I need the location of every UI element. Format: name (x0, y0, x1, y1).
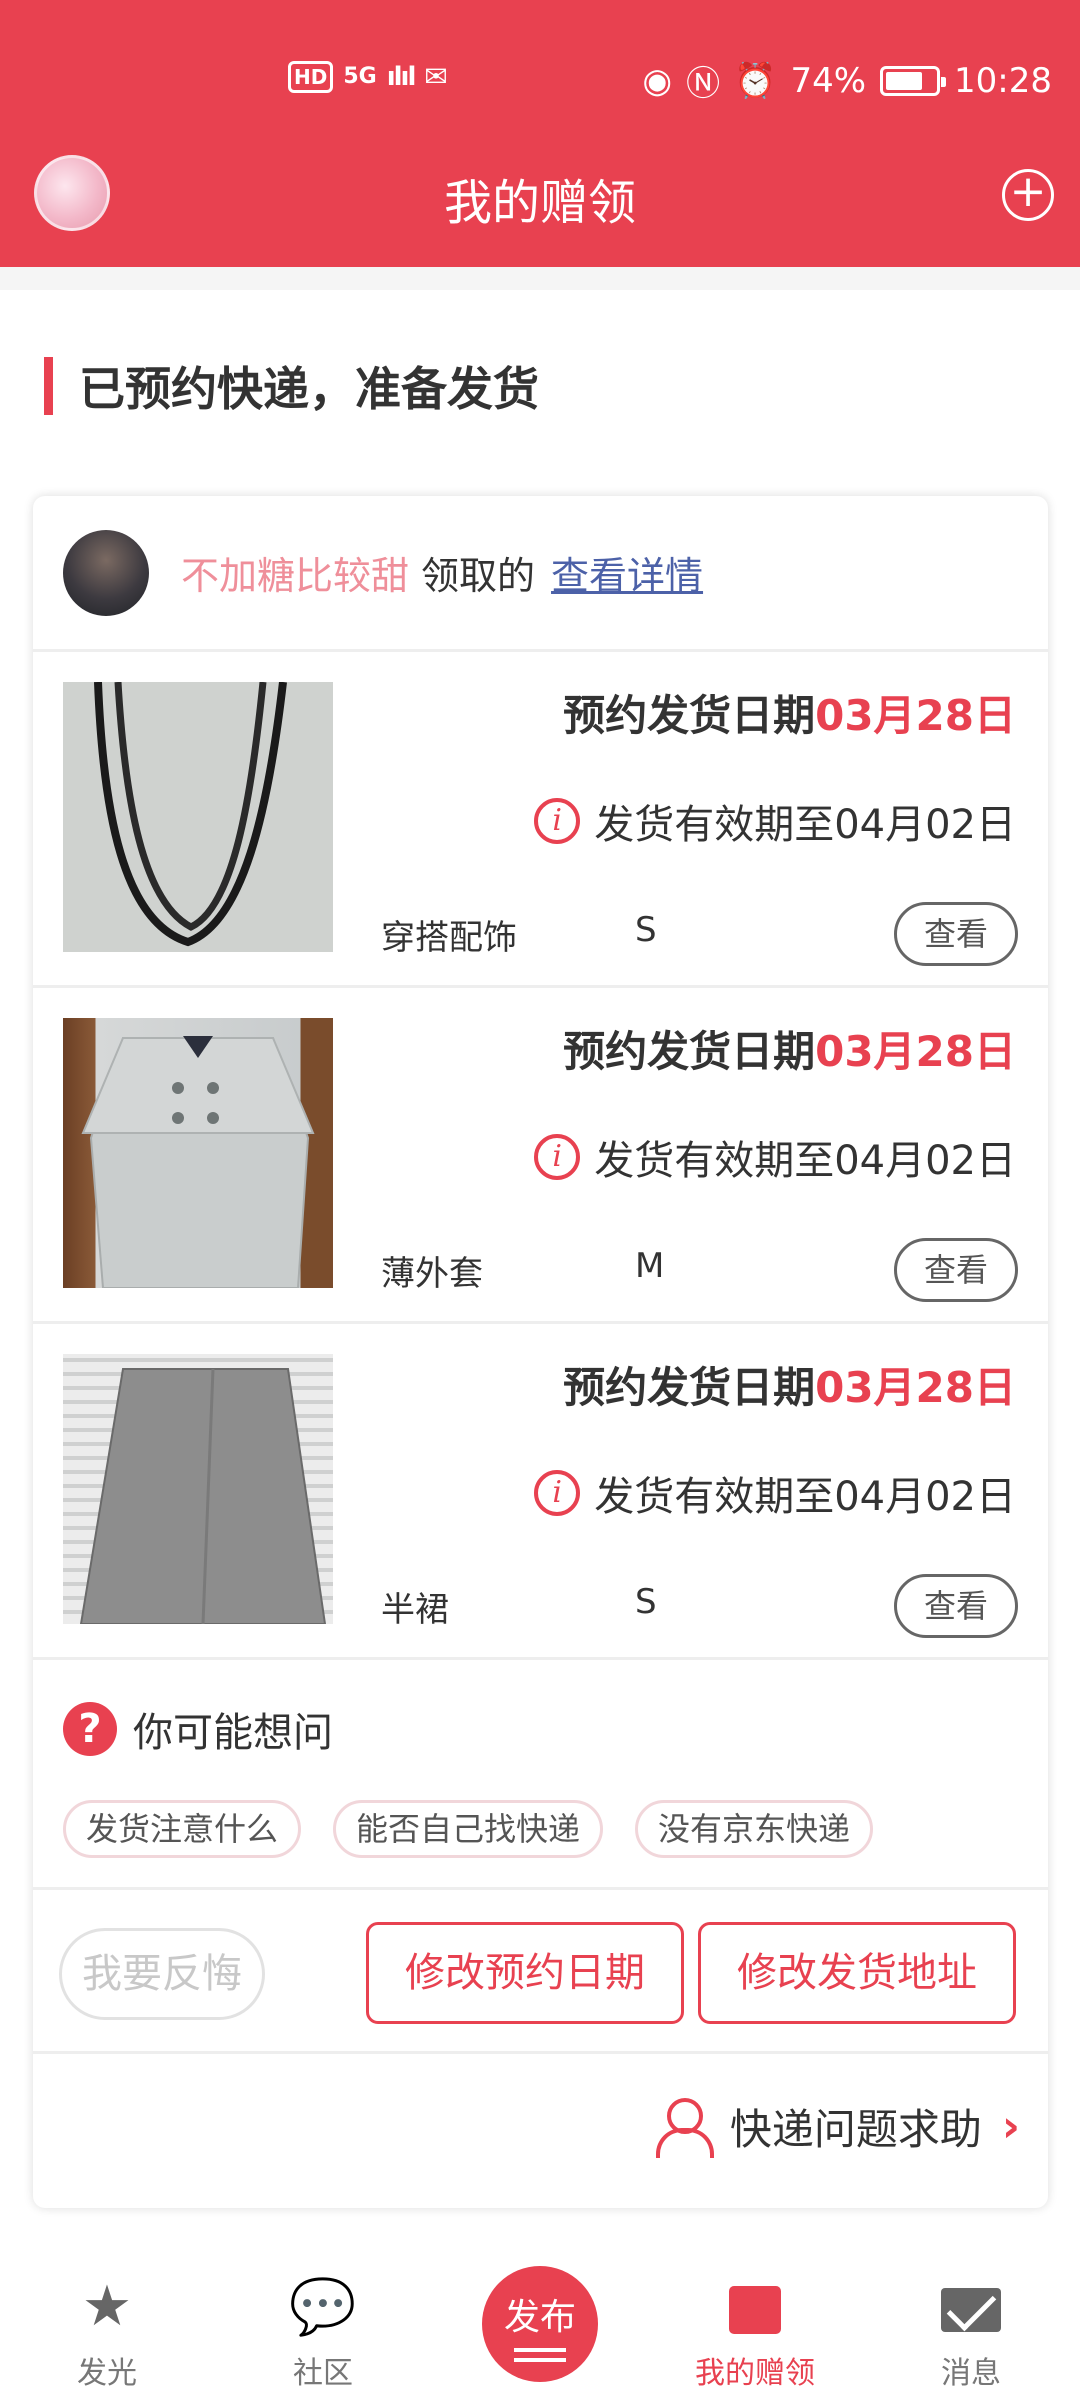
nfc-icon: Ⓝ (686, 64, 721, 104)
battery-icon (880, 65, 947, 96)
help-row[interactable]: 快递问题求助 › (33, 2054, 1048, 2200)
section-header: 已预约快递，准备发货 (44, 356, 539, 416)
change-date-button[interactable]: 修改预约日期 (366, 1922, 684, 2024)
publish-label: 发布 (503, 2297, 576, 2338)
valid-until: i 发货有效期至04月02日 (534, 1128, 1016, 1186)
ship-date-value: 03月28日 (815, 691, 1016, 740)
page-title: 我的赠领 (443, 175, 636, 231)
list-item: 预约发货日期03月28日 i 发货有效期至04月02日 半裙 S 查看 (33, 1324, 1048, 1660)
publish-icon (514, 2348, 566, 2352)
valid-until-text: 发货有效期至04月02日 (594, 1474, 1016, 1520)
tab-label: 社区 (293, 2356, 353, 2391)
view-button[interactable]: 查看 (894, 1574, 1018, 1638)
network-type: 5G (343, 64, 377, 89)
item-size: M (635, 1246, 665, 1286)
ship-date-value: 03月28日 (815, 1363, 1016, 1412)
valid-until-text: 发货有效期至04月02日 (594, 802, 1016, 848)
giver-avatar[interactable] (63, 529, 149, 616)
nav-bar: 我的赠领 + (0, 155, 1080, 267)
chat-bubble-icon: 💬 (289, 2275, 357, 2338)
help-link[interactable]: 快递问题求助 › (654, 2096, 1020, 2158)
hd-badge: HD (288, 60, 334, 93)
giver-suffix: 领取的 (421, 554, 536, 598)
section-accent-bar (44, 357, 53, 415)
status-left: HD 5G ılıl ✉ (288, 60, 448, 93)
list-item: 预约发货日期03月28日 i 发货有效期至04月02日 穿搭配饰 S 查看 (33, 652, 1048, 988)
person-icon (654, 2097, 714, 2158)
eye-icon: ◉ (642, 60, 673, 101)
battery-fill (886, 71, 923, 90)
chevron-right-icon: › (1001, 2101, 1020, 2152)
status-right: ◉ Ⓝ ⏰ 74% 10:28 (642, 56, 1052, 105)
ship-date: 预约发货日期03月28日 (563, 682, 1016, 743)
mail-icon (896, 2274, 1046, 2340)
valid-until: i 发货有效期至04月02日 (534, 1464, 1016, 1522)
giver-row: 不加糖比较甜 领取的 查看详情 (33, 496, 1048, 652)
item-thumbnail[interactable] (63, 1354, 333, 1624)
view-details-link[interactable]: 查看详情 (551, 545, 703, 600)
item-category: 薄外套 (381, 1254, 483, 1294)
tab-label: 消息 (941, 2356, 1001, 2391)
item-thumbnail[interactable] (63, 682, 333, 952)
view-button[interactable]: 查看 (894, 1238, 1018, 1302)
app-header: HD 5G ılıl ✉ ◉ Ⓝ ⏰ 74% 10:28 我的赠领 + (0, 0, 1080, 267)
info-icon: i (534, 1134, 581, 1180)
item-thumbnail[interactable] (63, 1018, 333, 1288)
battery-percent: 74% (790, 60, 867, 101)
add-button[interactable]: + (1002, 169, 1054, 221)
faq-chip[interactable]: 没有京东快递 (635, 1800, 874, 1858)
info-icon: i (534, 1470, 581, 1516)
help-label: 快递问题求助 (729, 2105, 982, 2154)
gift-icon (680, 2274, 830, 2340)
valid-until: i 发货有效期至04月02日 (534, 792, 1016, 850)
faq-chip[interactable]: 发货注意什么 (63, 1800, 302, 1858)
faq-section: ? 你可能想问 发货注意什么 能否自己找快递 没有京东快递 (33, 1660, 1048, 1890)
faq-header: ? 你可能想问 (63, 1700, 333, 1758)
valid-until-text: 发货有效期至04月02日 (594, 1138, 1016, 1184)
view-button[interactable]: 查看 (894, 902, 1018, 966)
item-category: 穿搭配饰 (381, 918, 517, 958)
faq-chips: 发货注意什么 能否自己找快递 没有京东快递 (63, 1800, 874, 1858)
ship-date-label: 预约发货日期 (563, 1363, 816, 1412)
item-category: 半裙 (381, 1590, 449, 1630)
bottom-tab-bar: ★ 发光 💬 社区 发布 我的赠领 消息 (0, 2244, 1080, 2400)
star-icon: ★ (81, 2274, 133, 2339)
tab-glow[interactable]: ★ 发光 (32, 2274, 182, 2392)
publish-button[interactable]: 发布 (482, 2266, 598, 2382)
ship-date: 预约发货日期03月28日 (563, 1018, 1016, 1079)
alarm-icon: ⏰ (734, 60, 777, 101)
ship-date-value: 03月28日 (815, 1027, 1016, 1076)
wechat-icon: ✉ (424, 60, 448, 93)
ship-date-label: 预约发货日期 (563, 1027, 816, 1076)
regret-button[interactable]: 我要反悔 (59, 1928, 265, 2020)
status-bar: HD 5G ılıl ✉ ◉ Ⓝ ⏰ 74% 10:28 (0, 0, 1080, 155)
tab-my-gifts[interactable]: 我的赠领 (680, 2274, 830, 2392)
faq-title: 你可能想问 (133, 1710, 333, 1756)
main-content: 已预约快递，准备发货 不加糖比较甜 领取的 查看详情 预约发货日期03月28日 … (0, 290, 1080, 2290)
action-row: 我要反悔 修改预约日期 修改发货地址 (33, 1890, 1048, 2054)
question-icon: ? (63, 1702, 117, 1756)
tab-label: 我的赠领 (695, 2356, 815, 2391)
ship-date: 预约发货日期03月28日 (563, 1354, 1016, 1415)
tab-messages[interactable]: 消息 (896, 2274, 1046, 2392)
tab-community[interactable]: 💬 社区 (248, 2274, 398, 2392)
order-card: 不加糖比较甜 领取的 查看详情 预约发货日期03月28日 i 发货有效期至04月0… (33, 496, 1048, 2208)
section-title: 已预约快递，准备发货 (79, 362, 539, 416)
tab-label: 发光 (77, 2356, 137, 2391)
ship-date-label: 预约发货日期 (563, 691, 816, 740)
faq-chip[interactable]: 能否自己找快递 (333, 1800, 604, 1858)
list-item: 预约发货日期03月28日 i 发货有效期至04月02日 薄外套 M 查看 (33, 988, 1048, 1324)
change-address-button[interactable]: 修改发货地址 (698, 1922, 1016, 2024)
clock: 10:28 (954, 60, 1052, 101)
item-size: S (635, 910, 657, 950)
info-icon: i (534, 798, 581, 844)
item-size: S (635, 1582, 657, 1622)
signal-icon: ılıl (386, 61, 417, 92)
giver-name[interactable]: 不加糖比较甜 (181, 545, 409, 600)
